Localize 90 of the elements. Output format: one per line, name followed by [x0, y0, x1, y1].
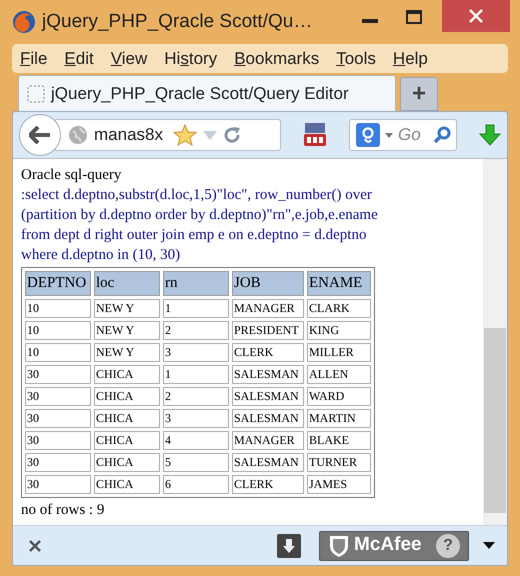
browser-logo-icon	[12, 10, 36, 34]
help-button[interactable]: ?	[436, 534, 460, 558]
column-header: DEPTNO	[25, 271, 91, 296]
reload-icon[interactable]	[222, 126, 241, 144]
caret-icon[interactable]	[483, 542, 495, 549]
new-tab-button[interactable]: +	[400, 77, 438, 111]
table-cell: 3	[163, 408, 229, 428]
table-cell: 30	[25, 452, 91, 472]
table-cell: NEW Y	[94, 298, 160, 318]
close-icon[interactable]	[29, 540, 41, 552]
search-icon[interactable]	[433, 126, 451, 144]
download-icon[interactable]	[277, 534, 301, 558]
table-cell: MANAGER	[232, 298, 304, 318]
scrollbar[interactable]	[483, 159, 507, 525]
maximize-icon[interactable]	[406, 10, 422, 24]
table-cell: MANAGER	[232, 430, 304, 450]
table-cell: SALESMAN	[232, 386, 304, 406]
table-cell: CHICA	[94, 408, 160, 428]
table-cell: SALESMAN	[232, 452, 304, 472]
star-icon[interactable]	[172, 124, 197, 146]
table-cell: ALLEN	[307, 364, 371, 384]
menu-item[interactable]: Tools	[336, 46, 376, 72]
search-input[interactable]: Go	[398, 122, 428, 148]
column-header: loc	[94, 271, 160, 296]
scrollbar-thumb[interactable]	[484, 328, 506, 513]
table-cell: 2	[163, 320, 229, 340]
menu-item[interactable]: Edit	[64, 46, 94, 72]
security-badge[interactable]: McAfee ?	[319, 530, 469, 560]
close-button[interactable]	[442, 0, 510, 32]
tab-title: jQuery_PHP_Qracle Scott/Query Editor	[51, 82, 349, 105]
search-engine-icon[interactable]	[356, 123, 380, 147]
row-count: no of rows : 9	[21, 500, 106, 520]
table-cell: 30	[25, 474, 91, 494]
table-cell: 2	[163, 386, 229, 406]
table-cell: CLERK	[232, 474, 304, 494]
query-text: :select d.deptno,substr(d.loc,1,5)"loc", row_number() over (partition by d.deptno order by d.deptno)"rn",e.job,e.ename from dept d right outer join emp e on e.deptno = d.deptno where d.deptno in (10, 30)	[21, 186, 379, 265]
table-cell: 30	[25, 364, 91, 384]
table-cell: 30	[25, 408, 91, 428]
table-cell: TURNER	[307, 452, 371, 472]
table-cell: NEW Y	[94, 342, 160, 362]
table-cell: CHICA	[94, 386, 160, 406]
page-icon	[27, 84, 45, 102]
table-cell: 30	[25, 386, 91, 406]
table-cell: CHICA	[94, 474, 160, 494]
url-text: manas8x	[94, 124, 163, 146]
table-cell: 30	[25, 430, 91, 450]
menu-item[interactable]: File	[20, 46, 48, 72]
table-cell: 3	[163, 342, 229, 362]
table-cell: 1	[163, 298, 229, 318]
table-cell: SALESMAN	[232, 364, 304, 384]
table-cell: JAMES	[307, 474, 371, 494]
column-header: ENAME	[307, 271, 371, 296]
menu-item[interactable]: History	[164, 46, 218, 72]
table-cell: CLERK	[232, 342, 304, 362]
back-arrow-icon	[29, 126, 51, 144]
page-heading: Oracle sql-query	[21, 166, 122, 185]
menu-item[interactable]: Help	[392, 46, 428, 72]
table-cell: SALESMAN	[232, 408, 304, 428]
table-cell: 10	[25, 320, 91, 340]
close-icon	[469, 9, 483, 23]
shield-icon	[328, 534, 350, 558]
address-bar[interactable]: manas8x	[55, 119, 281, 151]
table-cell: MARTIN	[307, 408, 371, 428]
table-cell: 10	[25, 342, 91, 362]
table-cell: 4	[163, 430, 229, 450]
column-header: rn	[163, 271, 229, 296]
table-cell: 1	[163, 364, 229, 384]
globe-icon	[68, 125, 88, 145]
back-button[interactable]	[19, 114, 61, 156]
column-header: JOB	[232, 271, 304, 296]
table-cell: WARD	[307, 386, 371, 406]
table-cell: KING	[307, 320, 371, 340]
browser-tab[interactable]: jQuery_PHP_Qracle Scott/Query Editor	[18, 75, 396, 111]
table-cell: NEW Y	[94, 320, 160, 340]
table-cell: 10	[25, 298, 91, 318]
table-cell: MILLER	[307, 342, 371, 362]
table-cell: CHICA	[94, 430, 160, 450]
window-title: jQuery_PHP_Qracle Scott/Qu…	[42, 10, 312, 34]
menu-item[interactable]: View	[110, 46, 148, 72]
menu-item[interactable]: Bookmarks	[234, 46, 320, 72]
table-cell: 5	[163, 452, 229, 472]
search-field[interactable]: Go	[349, 119, 457, 151]
table-cell: CLARK	[307, 298, 371, 318]
download-icon[interactable]	[479, 124, 501, 146]
table-cell: PRESIDENT	[232, 320, 304, 340]
table-cell: 6	[163, 474, 229, 494]
table-cell: CHICA	[94, 364, 160, 384]
table-cell: BLAKE	[307, 430, 371, 450]
table-cell: CHICA	[94, 452, 160, 472]
badge-label: McAfee	[354, 533, 422, 558]
